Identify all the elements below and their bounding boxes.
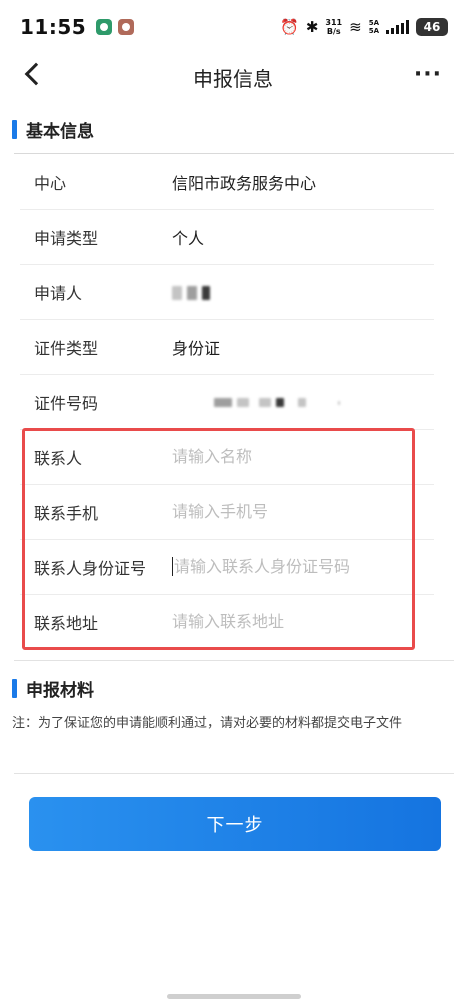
apply-type-value: 个人 — [172, 228, 205, 248]
signal-label-bottom: 5A — [368, 27, 379, 35]
page-title: 申报信息 — [193, 66, 273, 91]
wifi-icon: ≋ — [349, 17, 362, 36]
more-menu-icon[interactable]: ··· — [414, 62, 442, 87]
contact-id-input[interactable] — [172, 557, 412, 576]
net-speed: 311 B/s — [325, 18, 342, 36]
materials-header: 申报材料 — [0, 676, 466, 701]
row-label: 证件号码 — [34, 393, 99, 413]
section-title: 基本信息 — [26, 122, 94, 142]
row-center: 中心 信阳市政务服务中心 — [20, 154, 446, 209]
signal-icon — [386, 20, 409, 34]
center-value: 信阳市政务服务中心 — [172, 173, 317, 193]
nav-bar: 申报信息 ··· — [0, 54, 466, 100]
row-contact-id: 联系人身份证号 — [20, 539, 446, 594]
row-label: 申请人 — [34, 283, 83, 303]
applicant-value-redacted — [172, 282, 215, 301]
net-speed-value: 311 — [325, 18, 343, 27]
row-contact-phone: 联系手机 — [20, 484, 446, 539]
status-bar: 11:55 ⏰ ✱ 311 B/s ≋ 5A 5A 46 — [0, 0, 466, 54]
row-label: 中心 — [34, 173, 67, 193]
net-speed-unit: B/s — [326, 27, 341, 36]
materials-note: 注：为了保证您的申请能顺利通过，请对必要的材料都提交电子文件 — [12, 716, 403, 731]
row-contact-name: 联系人 — [20, 429, 446, 484]
row-id-number: 证件号码 — [20, 374, 446, 429]
back-arrow-icon[interactable] — [24, 62, 48, 86]
status-right: ⏰ ✱ 311 B/s ≋ 5A 5A 46 — [280, 18, 448, 36]
section-title: 申报材料 — [26, 681, 94, 701]
section-accent-bar — [12, 120, 17, 139]
contact-phone-input[interactable] — [172, 502, 412, 521]
next-step-button[interactable]: 下一步 — [29, 797, 441, 851]
bluetooth-icon: ✱ — [305, 17, 319, 36]
section-accent-bar — [12, 679, 17, 698]
battery-icon: 46 — [416, 18, 448, 36]
status-time: 11:55 — [20, 15, 87, 39]
row-contact-address: 联系地址 — [20, 594, 446, 649]
row-applicant: 申请人 — [20, 264, 446, 319]
signal-labels: 5A 5A — [369, 19, 379, 35]
id-type-value: 身份证 — [172, 338, 221, 358]
id-number-value-redacted — [172, 392, 345, 411]
alarm-icon: ⏰ — [280, 17, 299, 36]
row-label: 申请类型 — [34, 228, 99, 248]
row-label: 联系手机 — [34, 503, 99, 523]
signal-label-top: 5A — [368, 19, 379, 27]
row-label: 联系人身份证号 — [34, 558, 147, 578]
section-divider — [14, 773, 454, 774]
row-id-type: 证件类型 身份证 — [20, 319, 446, 374]
contact-address-input[interactable] — [172, 612, 412, 631]
row-label: 联系人 — [34, 448, 83, 468]
section-divider — [14, 660, 454, 661]
shield-app-icon — [96, 19, 113, 35]
notification-icons — [96, 19, 135, 35]
row-label: 证件类型 — [34, 338, 99, 358]
basic-info-header: 基本信息 — [0, 117, 466, 142]
row-apply-type: 申请类型 个人 — [20, 209, 446, 264]
app-notification-icon — [118, 19, 135, 35]
home-indicator[interactable] — [167, 994, 301, 999]
row-label: 联系地址 — [34, 613, 99, 633]
contact-name-input[interactable] — [172, 447, 412, 466]
